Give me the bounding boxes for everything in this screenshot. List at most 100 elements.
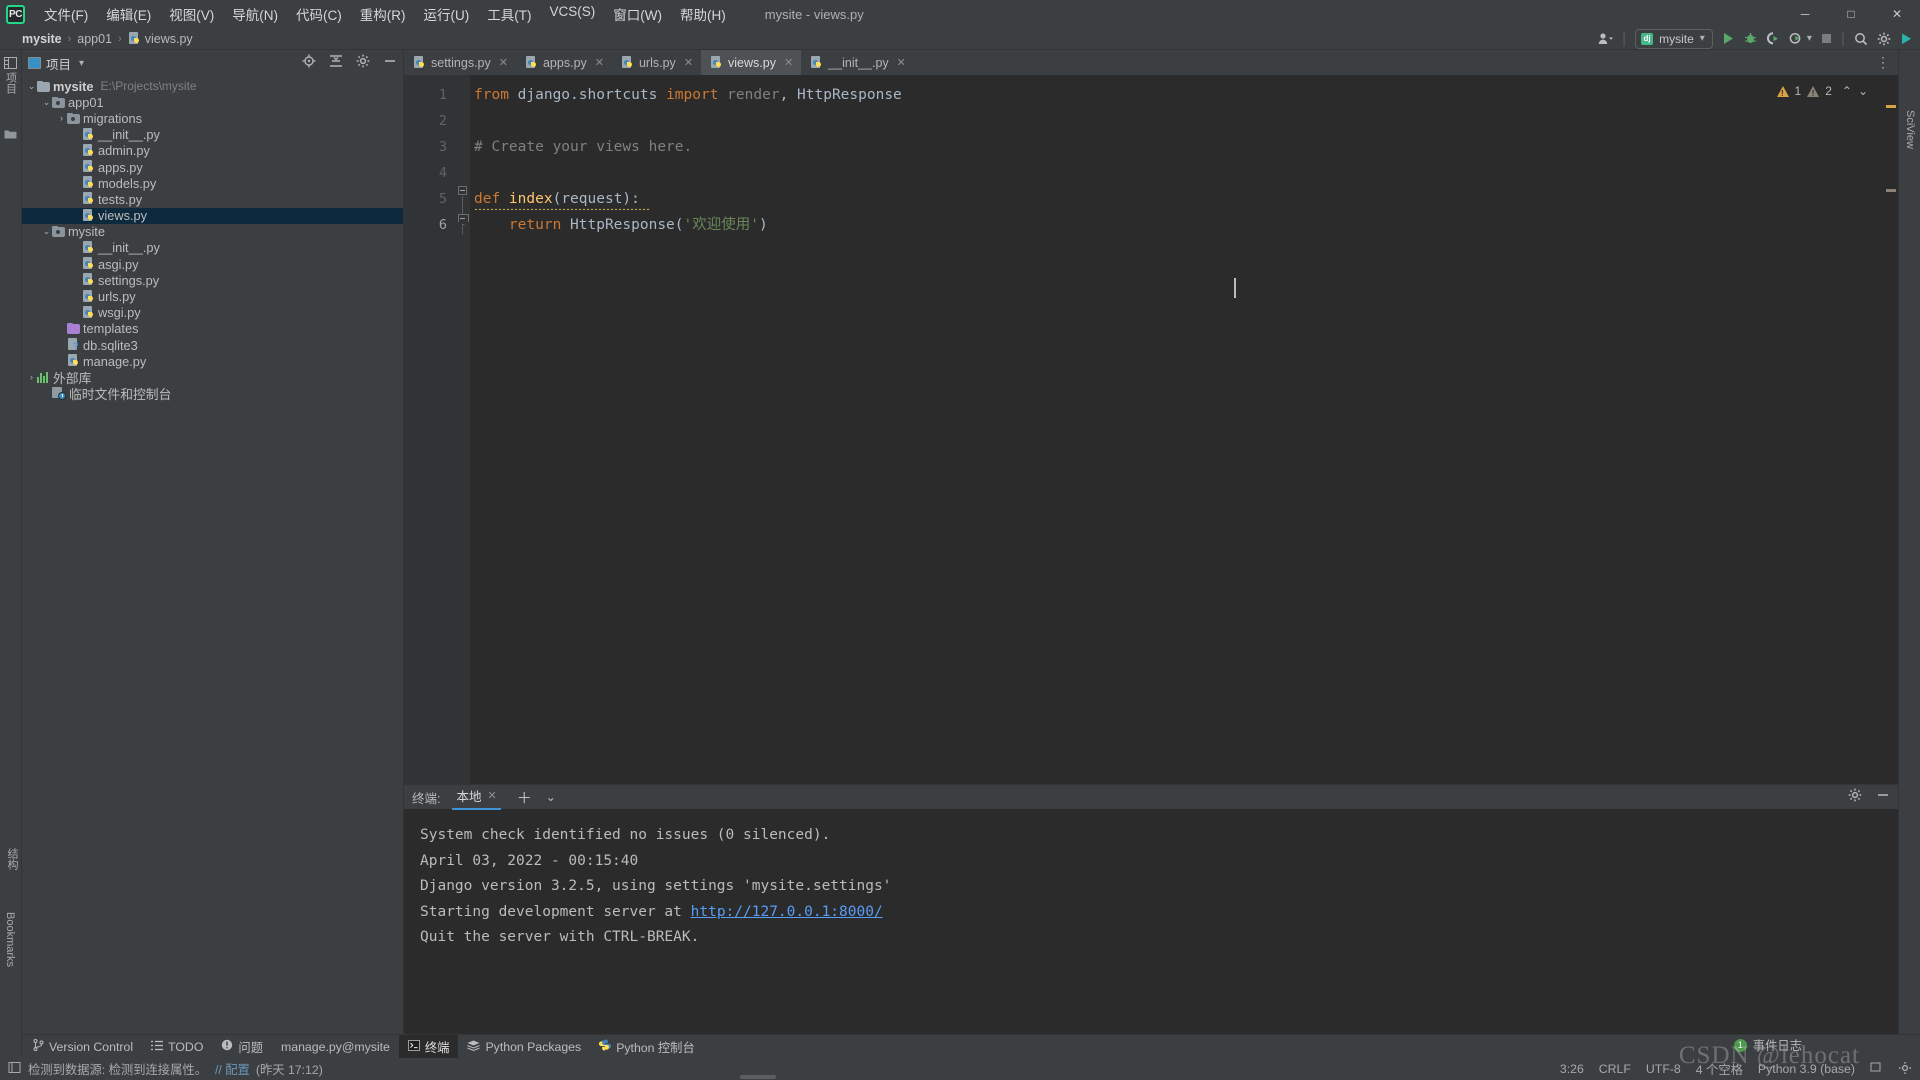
fold-end-icon[interactable] <box>458 214 467 223</box>
minimize-button[interactable]: ─ <box>1782 0 1828 28</box>
tree-node-models-py[interactable]: models.py <box>22 175 403 191</box>
collapse-all-icon[interactable] <box>329 54 343 73</box>
code-folding-column[interactable] <box>456 75 470 784</box>
menu-item-7[interactable]: 工具(T) <box>478 1 540 27</box>
file-encoding[interactable]: UTF-8 <box>1646 1062 1681 1076</box>
terminal-tab-local[interactable]: 本地 ✕ <box>452 786 501 810</box>
project-tool-icon[interactable] <box>2 54 20 72</box>
status-config-link[interactable]: // 配置 <box>215 1060 250 1078</box>
bookmarks-tool-label[interactable]: Bookmarks <box>4 912 16 967</box>
git-branch-icon[interactable] <box>1870 1061 1883 1077</box>
code-content[interactable]: from django.shortcuts import render, Htt… <box>470 75 1884 784</box>
commit-tool-icon[interactable] <box>2 124 20 142</box>
debug-button[interactable] <box>1744 32 1757 45</box>
tree-node-apps-py[interactable]: apps.py <box>22 159 403 175</box>
tree-expand-arrow[interactable]: › <box>26 372 37 382</box>
editor-tab-close-icon[interactable]: ✕ <box>784 56 793 69</box>
tree-node---------[interactable]: 临时文件和控制台 <box>22 386 403 402</box>
editor-tab-views-py[interactable]: views.py ✕ <box>701 50 802 75</box>
line-number-6[interactable]: 6 <box>404 212 456 238</box>
tree-node----[interactable]: › 外部库 <box>22 369 403 386</box>
editor-tab-close-icon[interactable]: ✕ <box>897 56 906 69</box>
line-number-5[interactable]: 5 <box>404 186 456 212</box>
code-line-4[interactable] <box>470 160 1884 186</box>
tree-expand-arrow[interactable]: › <box>56 113 67 123</box>
editor-tab-settings-py[interactable]: settings.py ✕ <box>404 50 516 75</box>
code-line-2[interactable] <box>470 108 1884 134</box>
profile-button[interactable] <box>1789 32 1803 45</box>
line-number-3[interactable]: 3 <box>404 134 456 160</box>
editor-tab---init---py[interactable]: __init__.py ✕ <box>801 50 914 75</box>
menu-item-8[interactable]: VCS(S) <box>541 1 605 27</box>
line-number-1[interactable]: 1 <box>404 82 456 108</box>
editor-tab-close-icon[interactable]: ✕ <box>595 56 604 69</box>
tree-node-urls-py[interactable]: urls.py <box>22 288 403 304</box>
run-with-coverage-button[interactable] <box>1766 32 1780 45</box>
tree-expand-arrow[interactable]: ⌄ <box>41 97 52 108</box>
error-stripe-marker-bar[interactable] <box>1884 75 1898 784</box>
tree-node-db-sqlite3[interactable]: ? db.sqlite3 <box>22 337 403 353</box>
tree-node---init---py[interactable]: __init__.py <box>22 240 403 256</box>
fold-collapse-icon[interactable] <box>458 186 467 195</box>
terminal-hide-icon[interactable] <box>1876 788 1890 807</box>
terminal-output[interactable]: System check identified no issues (0 sil… <box>404 809 1898 1034</box>
status-settings-icon[interactable] <box>1898 1061 1912 1078</box>
line-number-4[interactable]: 4 <box>404 160 456 186</box>
tree-node-wsgi-py[interactable]: wsgi.py <box>22 305 403 321</box>
project-tree[interactable]: ⌄ mysite E:\Projects\mysite ⌄ app01 › migratio… <box>22 76 403 1034</box>
chevron-down-icon[interactable]: ▾ <box>79 58 84 69</box>
tree-expand-arrow[interactable]: ⌄ <box>26 81 37 92</box>
menu-item-4[interactable]: 代码(C) <box>287 1 351 27</box>
breadcrumb-item-0[interactable]: mysite <box>22 32 62 46</box>
editor-tab-close-icon[interactable]: ✕ <box>499 56 508 69</box>
tree-node-templates[interactable]: templates <box>22 321 403 337</box>
menu-item-1[interactable]: 编辑(E) <box>97 1 160 27</box>
tree-node---init---py[interactable]: __init__.py <box>22 127 403 143</box>
editor-tab-close-icon[interactable]: ✕ <box>684 56 693 69</box>
tool-window-button-manage-py-mysite[interactable]: manage.py@mysite <box>272 1037 399 1057</box>
tree-node-admin-py[interactable]: admin.py <box>22 143 403 159</box>
code-line-6[interactable]: return HttpResponse('欢迎使用') <box>470 212 1884 238</box>
run-button[interactable] <box>1722 32 1735 45</box>
tree-node-mysite[interactable]: ⌄ mysite E:\Projects\mysite <box>22 78 403 94</box>
close-button[interactable]: ✕ <box>1874 0 1920 28</box>
tree-node-app01[interactable]: ⌄ app01 <box>22 94 403 110</box>
previous-issue-button[interactable]: ⌃ <box>1842 84 1852 98</box>
menu-item-2[interactable]: 视图(V) <box>160 1 223 27</box>
next-issue-button[interactable]: ⌄ <box>1858 84 1868 98</box>
weak-warning-stripe[interactable] <box>1886 189 1896 192</box>
tool-window-button---[interactable]: 终端 <box>398 1034 459 1059</box>
run-configuration-selector[interactable]: dj mysite ▾ <box>1635 28 1713 49</box>
code-line-1[interactable]: from django.shortcuts import render, Htt… <box>470 82 1884 108</box>
updates-icon[interactable] <box>1900 32 1914 46</box>
indent-setting[interactable]: 4 个空格 <box>1696 1060 1743 1078</box>
terminal-link[interactable]: http://127.0.0.1:8000/ <box>691 904 883 920</box>
hide-panel-icon[interactable] <box>383 54 397 73</box>
code-line-5[interactable]: def index(request): <box>470 186 1884 212</box>
tree-node-settings-py[interactable]: settings.py <box>22 272 403 288</box>
menu-item-3[interactable]: 导航(N) <box>223 1 287 27</box>
maximize-button[interactable]: □ <box>1828 0 1874 28</box>
tool-window-button-version-control[interactable]: Version Control <box>24 1036 142 1057</box>
tool-window-button---[interactable]: 问题 <box>212 1035 272 1059</box>
tool-window-button-todo[interactable]: TODO <box>142 1037 212 1057</box>
editor-tab-urls-py[interactable]: urls.py ✕ <box>612 50 701 75</box>
python-interpreter[interactable]: Python 3.9 (base) <box>1758 1062 1855 1076</box>
tree-node-tests-py[interactable]: tests.py <box>22 191 403 207</box>
tree-node-mysite[interactable]: ⌄ mysite <box>22 224 403 240</box>
tree-node-migrations[interactable]: › migrations <box>22 110 403 126</box>
left-strip-label-project[interactable]: 项目 <box>3 72 19 94</box>
settings-button[interactable] <box>1877 32 1891 46</box>
inspection-widget[interactable]: 1 2 ⌃ ⌄ <box>1776 84 1868 98</box>
menu-item-0[interactable]: 文件(F) <box>35 1 97 27</box>
panel-settings-icon[interactable] <box>356 54 370 73</box>
tool-window-button-python-packages[interactable]: Python Packages <box>458 1037 590 1057</box>
structure-tool-label[interactable]: 结构 <box>4 848 20 870</box>
horizontal-scrollbar[interactable] <box>740 1075 776 1079</box>
editor-tab-apps-py[interactable]: apps.py ✕ <box>516 50 612 75</box>
breadcrumb-item-2[interactable]: views.py <box>128 31 193 46</box>
terminal-list-dropdown[interactable]: ⌄ <box>546 790 556 804</box>
warning-stripe[interactable] <box>1886 105 1896 108</box>
menu-item-6[interactable]: 运行(U) <box>415 1 479 27</box>
event-log-widget[interactable]: 1 事件日志 <box>1733 1036 1802 1054</box>
